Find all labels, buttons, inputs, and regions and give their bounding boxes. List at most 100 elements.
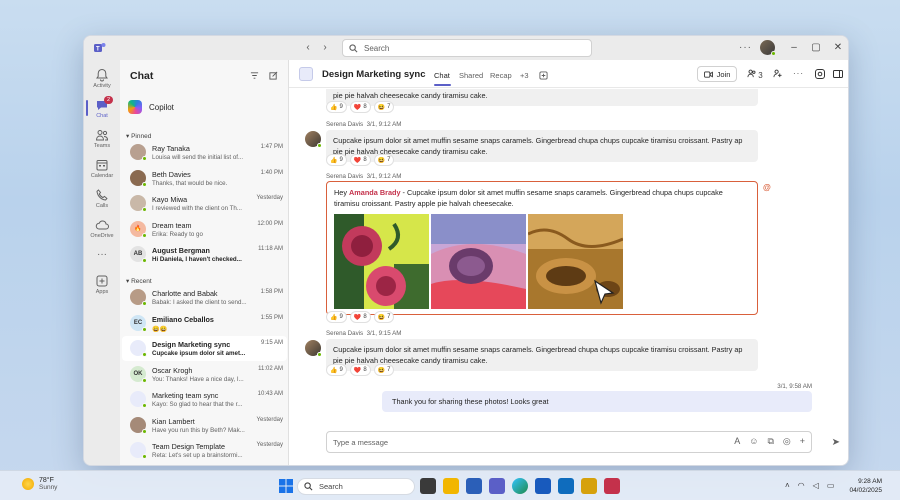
new-chat-icon[interactable] xyxy=(269,71,278,80)
chat-list-item[interactable]: Design Marketing sync Cupcake ipsum dolor… xyxy=(122,336,287,361)
pop-out-icon[interactable] xyxy=(833,69,843,79)
clock[interactable]: 9:28 AM 04/02/2025 xyxy=(848,477,882,495)
rail-item-chat[interactable]: 2 Chat xyxy=(84,94,120,124)
presence-available-icon xyxy=(142,377,147,383)
copilot-item[interactable]: Copilot xyxy=(128,98,278,116)
reaction-chip[interactable]: ❤️ 8 xyxy=(349,154,371,166)
forward-arrow-icon[interactable]: › xyxy=(319,42,331,54)
chat-list-item[interactable]: Beth Davies Thanks, that would be nice. 1:… xyxy=(122,166,287,191)
ellipsis-icon[interactable]: ··· xyxy=(793,69,804,78)
teams-taskbar-icon[interactable] xyxy=(489,478,505,494)
reaction-chip[interactable]: 👍 9 xyxy=(326,311,347,323)
reaction-count: 7 xyxy=(387,367,391,373)
search-input[interactable]: Search xyxy=(342,39,592,57)
profile-avatar[interactable] xyxy=(760,40,776,56)
mention-message-bubble[interactable]: Hey Amanda Brady - Cupcake ipsum dolor s… xyxy=(326,181,758,315)
chat-name: August Bergman xyxy=(152,246,210,255)
calendar-app-icon[interactable] xyxy=(604,478,620,494)
minimize-icon[interactable]: – xyxy=(788,42,800,54)
add-tab-icon[interactable] xyxy=(539,71,548,80)
landscape-photo-attachment[interactable] xyxy=(431,214,526,309)
chat-list-item[interactable]: Ray Tanaka Louisa will send the initial l… xyxy=(122,140,287,165)
add-icon[interactable]: + xyxy=(800,436,805,447)
outlook-icon[interactable] xyxy=(558,478,574,494)
own-message-bubble[interactable]: Thank you for sharing these photos! Look… xyxy=(382,391,812,412)
rail-item-teams[interactable]: Teams xyxy=(84,124,120,154)
emoji-icon[interactable]: ☺ xyxy=(749,436,758,447)
battery-icon[interactable]: ▭ xyxy=(827,481,835,490)
participants-button[interactable]: 3 xyxy=(747,69,763,80)
sender-avatar[interactable] xyxy=(305,340,322,357)
reaction-chip[interactable]: 👍 9 xyxy=(326,154,347,166)
weather-widget[interactable]: 78°F Sunny xyxy=(22,477,57,491)
send-icon[interactable]: ➤ xyxy=(832,437,840,448)
presence-available-icon xyxy=(142,207,147,212)
copilot-label: Copilot xyxy=(149,102,174,112)
reaction-chip[interactable]: 😆 7 xyxy=(373,101,395,113)
tab-chat[interactable]: Chat xyxy=(434,71,450,80)
chat-list-item[interactable]: Marketing team sync Kayo: So glad to hear… xyxy=(122,387,287,412)
weather-temp: 78°F xyxy=(39,477,54,484)
reaction-chip[interactable]: 😆 7 xyxy=(373,154,395,166)
chat-list-item[interactable]: 🔥 Dream team Erika: Ready to go 12:00 PM xyxy=(122,217,287,242)
chat-preview: Reta: Let's set up a brainstormi... xyxy=(152,452,243,459)
back-arrow-icon[interactable]: ‹ xyxy=(302,42,314,54)
format-icon[interactable]: A xyxy=(734,436,740,447)
more-actions-icon[interactable] xyxy=(773,69,782,80)
maximize-icon[interactable]: ▢ xyxy=(810,42,822,54)
chat-name: Emiliano Ceballos xyxy=(152,314,214,324)
join-meeting-button[interactable]: Join xyxy=(697,66,737,82)
conversation-pane: Design Marketing sync Chat Shared Recap … xyxy=(289,60,848,465)
pinned-section-label[interactable]: ▾ Pinned xyxy=(126,132,151,140)
file-explorer-icon[interactable] xyxy=(443,478,459,494)
wifi-icon[interactable]: ◠ xyxy=(798,481,805,490)
chat-list-item[interactable]: Kayo Miwa I reviewed with the client on T… xyxy=(122,191,287,216)
chevron-up-icon[interactable]: ˄ xyxy=(785,481,790,490)
chat-list-item[interactable]: Charlotte and Babak Babak: I asked the cl… xyxy=(122,285,287,310)
close-icon[interactable]: ✕ xyxy=(832,42,844,54)
volume-icon[interactable]: ◁ xyxy=(813,481,819,490)
edge-icon[interactable] xyxy=(512,478,528,494)
rail-item-calls[interactable]: Calls xyxy=(84,184,120,214)
presence-available-icon xyxy=(142,403,147,408)
rail-item-apps[interactable]: Apps xyxy=(84,270,120,300)
reaction-chip[interactable]: ❤️ 8 xyxy=(349,311,371,323)
taskbar-search[interactable]: Search xyxy=(297,478,415,495)
reaction-chip[interactable]: ❤️ 8 xyxy=(349,364,371,376)
rail-item-onedrive[interactable]: OneDrive xyxy=(84,214,120,244)
recent-section-label[interactable]: ▾ Recent xyxy=(126,277,152,285)
more-options-icon[interactable]: ··· xyxy=(739,42,752,53)
sender-avatar[interactable] xyxy=(305,131,322,148)
reaction-chip[interactable]: 😆 7 xyxy=(373,311,395,323)
message-composer[interactable]: Type a message A ☺ ⧉ ◎ + xyxy=(326,431,812,453)
rail-item-calendar[interactable]: Calendar xyxy=(84,154,120,184)
presence-available-icon xyxy=(142,232,147,238)
copilot-chat-icon[interactable] xyxy=(815,69,825,79)
reaction-chip[interactable]: 👍 9 xyxy=(326,101,347,113)
task-view-icon[interactable] xyxy=(420,478,436,494)
reaction-emoji-icon: ❤️ xyxy=(353,367,362,374)
attach-icon[interactable]: ⧉ xyxy=(767,436,773,447)
word-icon[interactable] xyxy=(535,478,551,494)
conversation-header: Design Marketing sync Chat Shared Recap … xyxy=(289,60,848,88)
rail-item-activity[interactable]: Activity xyxy=(84,64,120,94)
windows-start-icon[interactable] xyxy=(278,478,294,494)
reaction-chip[interactable]: ❤️ 8 xyxy=(349,101,371,113)
mention-chip[interactable]: Amanda Brady xyxy=(349,188,401,197)
tab-shared[interactable]: Shared xyxy=(459,71,483,80)
loop-icon[interactable]: ◎ xyxy=(783,436,791,447)
store-icon[interactable] xyxy=(466,478,482,494)
chat-list-item[interactable]: AB August Bergman Hi Daniela, I haven't ch… xyxy=(122,242,287,267)
tab-more[interactable]: +3 xyxy=(520,71,529,80)
phone-icon xyxy=(96,189,108,201)
reaction-chip[interactable]: 😆 7 xyxy=(373,364,395,376)
chat-list-item[interactable]: Team Design Template Reta: Let's set up a… xyxy=(122,438,287,463)
paint-icon[interactable] xyxy=(581,478,597,494)
chat-list-item[interactable]: EC Emiliano Ceballos 😄😄 1:55 PM xyxy=(122,311,287,336)
chat-list-item[interactable]: Kian Lambert Have you run this by Beth? M… xyxy=(122,413,287,438)
reaction-chip[interactable]: 👍 9 xyxy=(326,364,347,376)
tab-recap[interactable]: Recap xyxy=(490,71,512,80)
flower-photo-attachment[interactable] xyxy=(334,214,429,309)
filter-icon[interactable] xyxy=(250,71,259,80)
chat-list-item[interactable]: OK Oscar Krogh You: Thanks! Have a nice da… xyxy=(122,362,287,387)
